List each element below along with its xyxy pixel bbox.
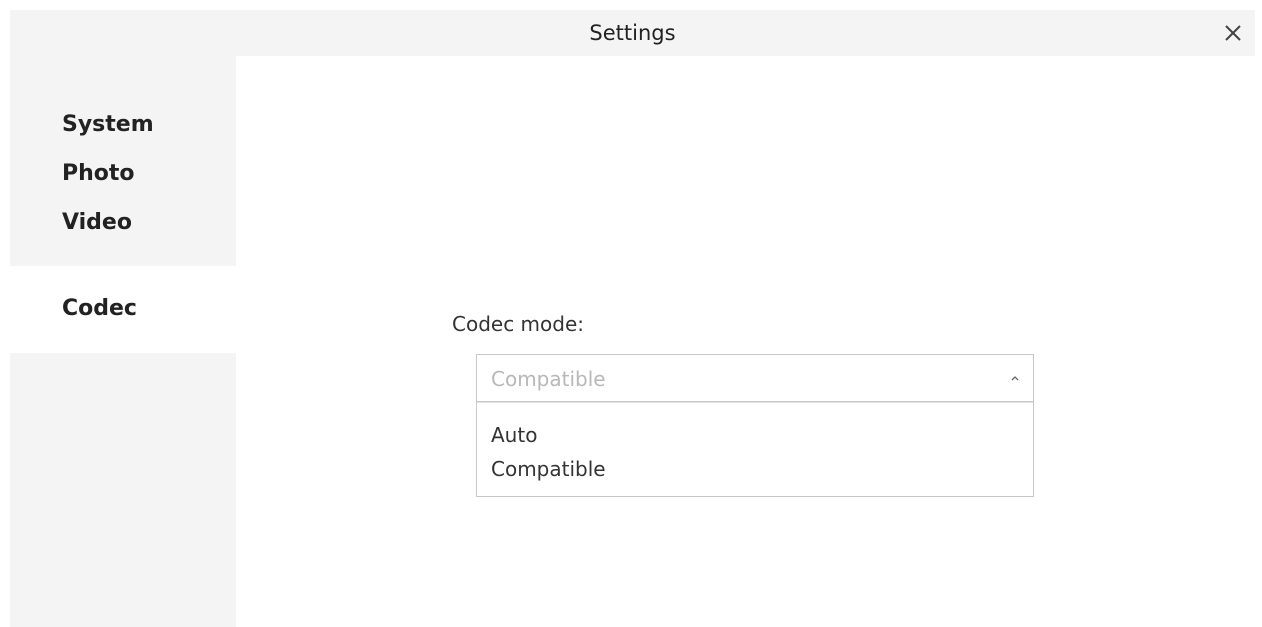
window-title: Settings [589,21,676,45]
settings-window: Settings System Photo Video Codec Codec … [0,0,1262,627]
codec-mode-dropdown-list: Auto Compatible [476,402,1034,497]
codec-mode-selected-value: Compatible [491,367,606,391]
chevron-up-icon [1011,376,1019,381]
close-icon [1225,25,1241,41]
sidebar-panel-bottom [10,353,236,627]
dropdown-option-auto[interactable]: Auto [491,422,537,448]
sidebar-item-video[interactable]: Video [62,210,132,236]
close-button[interactable] [1217,17,1249,49]
codec-mode-select[interactable]: Compatible [476,354,1034,402]
codec-mode-label: Codec mode: [452,312,585,336]
dropdown-option-compatible[interactable]: Compatible [491,456,606,482]
title-bar: Settings [10,10,1255,56]
sidebar-item-system[interactable]: System [62,112,154,138]
sidebar-item-codec[interactable]: Codec [62,296,137,322]
sidebar-item-photo[interactable]: Photo [62,161,135,187]
